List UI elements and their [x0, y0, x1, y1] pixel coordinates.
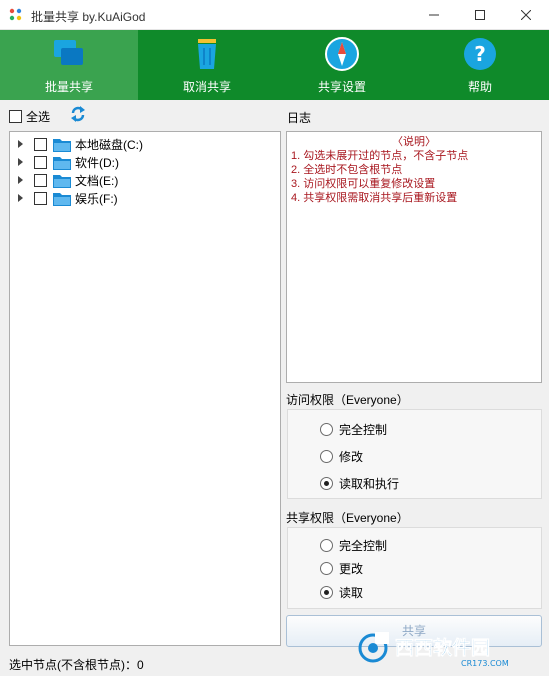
- radio-label: 读取: [339, 586, 364, 600]
- minimize-button[interactable]: [411, 0, 457, 30]
- tree-item-checkbox[interactable]: [34, 173, 47, 187]
- batch-share-icon: [54, 40, 83, 65]
- trash-icon: [198, 39, 216, 69]
- tree-item[interactable]: 娱乐(F:): [10, 189, 118, 207]
- cancel-share-button[interactable]: 取消共享: [138, 30, 276, 100]
- radio-button[interactable]: [320, 423, 333, 436]
- access-option-modify[interactable]: 修改: [320, 448, 363, 465]
- log-title: 日志: [287, 111, 312, 125]
- toolbar: 批量共享 取消共享 共享设置 ? 帮助: [0, 30, 549, 100]
- share-settings-button[interactable]: 共享设置: [273, 30, 411, 100]
- batch-share-label: 批量共享: [44, 80, 93, 94]
- radio-button[interactable]: [320, 477, 333, 490]
- svg-text:?: ?: [474, 42, 486, 66]
- close-icon: [521, 10, 531, 20]
- tree-item[interactable]: 文档(E:): [10, 171, 118, 189]
- radio-button[interactable]: [320, 586, 333, 599]
- radio-label: 读取和执行: [339, 477, 400, 491]
- refresh-icon[interactable]: [70, 105, 86, 123]
- radio-label: 更改: [339, 562, 364, 576]
- minimize-icon: [429, 14, 439, 16]
- select-all-checkbox[interactable]: [9, 110, 22, 123]
- batch-share-button[interactable]: 批量共享: [0, 30, 138, 100]
- status-text: 选中节点(不含根节点)：0: [9, 658, 144, 672]
- compass-icon: [325, 37, 359, 71]
- radio-label: 完全控制: [339, 539, 388, 553]
- tree-item-label: 本地磁盘(C:): [75, 137, 143, 152]
- title-bar: 批量共享 by.KuAiGod: [0, 0, 549, 30]
- tree-item-checkbox[interactable]: [34, 155, 47, 169]
- watermark-text: 西西软件园: [395, 636, 490, 659]
- maximize-button[interactable]: [457, 0, 503, 30]
- drive-tree[interactable]: 本地磁盘(C:) 软件(D:) 文档(E:) 娱乐(F:): [9, 131, 281, 646]
- select-all[interactable]: 全选: [9, 108, 50, 125]
- access-option-read-execute[interactable]: 读取和执行: [320, 475, 399, 492]
- expand-arrow-icon[interactable]: [17, 140, 25, 148]
- tree-item-label: 文档(E:): [75, 173, 119, 188]
- tree-item-label: 娱乐(F:): [75, 191, 118, 206]
- help-icon: ?: [464, 38, 496, 70]
- close-button[interactable]: [503, 0, 549, 30]
- share-permission-title: 共享权限（Everyone）: [286, 511, 409, 525]
- app-icon: [9, 8, 22, 21]
- share-option-change[interactable]: 更改: [320, 560, 363, 577]
- tree-item-checkbox[interactable]: [34, 191, 47, 205]
- share-option-read[interactable]: 读取: [320, 584, 363, 601]
- tree-item-label: 软件(D:): [75, 155, 119, 170]
- log-header: 〈说明〉: [392, 136, 436, 148]
- log-line: 1. 勾选未展开过的节点，不含子节点: [291, 150, 469, 162]
- expand-arrow-icon[interactable]: [17, 176, 25, 184]
- log-textbox[interactable]: 〈说明〉 1. 勾选未展开过的节点，不含子节点 2. 全选时不包含根节点 3. …: [286, 131, 542, 383]
- radio-button[interactable]: [320, 450, 333, 463]
- radio-button[interactable]: [320, 562, 333, 575]
- folder-icon: [53, 156, 71, 170]
- tree-item[interactable]: 软件(D:): [10, 153, 119, 171]
- log-line: 3. 访问权限可以重复修改设置: [291, 178, 436, 190]
- share-permission-group: 完全控制 更改 读取: [287, 527, 542, 609]
- help-button[interactable]: ? 帮助: [411, 30, 549, 100]
- share-option-full-control[interactable]: 完全控制: [320, 537, 387, 554]
- access-permission-title: 访问权限（Everyone）: [286, 393, 409, 407]
- tree-item[interactable]: 本地磁盘(C:): [10, 135, 143, 153]
- radio-button[interactable]: [320, 539, 333, 552]
- tree-item-checkbox[interactable]: [34, 137, 47, 151]
- cancel-share-label: 取消共享: [182, 80, 231, 94]
- help-label: 帮助: [467, 80, 492, 94]
- watermark-logo: 西西软件园 CR173.COM: [358, 632, 509, 668]
- log-line: 2. 全选时不包含根节点: [291, 164, 403, 176]
- expand-arrow-icon[interactable]: [17, 158, 25, 166]
- radio-label: 修改: [339, 450, 364, 464]
- access-permission-group: 完全控制 修改 读取和执行: [287, 409, 542, 499]
- folder-icon: [53, 192, 71, 206]
- share-settings-label: 共享设置: [317, 80, 366, 94]
- expand-arrow-icon[interactable]: [17, 194, 25, 202]
- log-line: 4. 共享权限需取消共享后重新设置: [291, 192, 458, 204]
- select-all-label: 全选: [26, 110, 51, 124]
- watermark-subtext: CR173.COM: [461, 659, 509, 668]
- maximize-icon: [475, 10, 485, 20]
- folder-icon: [53, 174, 71, 188]
- window-title: 批量共享 by.KuAiGod: [31, 10, 146, 24]
- folder-icon: [53, 138, 71, 152]
- access-option-full-control[interactable]: 完全控制: [320, 421, 387, 438]
- radio-label: 完全控制: [339, 423, 388, 437]
